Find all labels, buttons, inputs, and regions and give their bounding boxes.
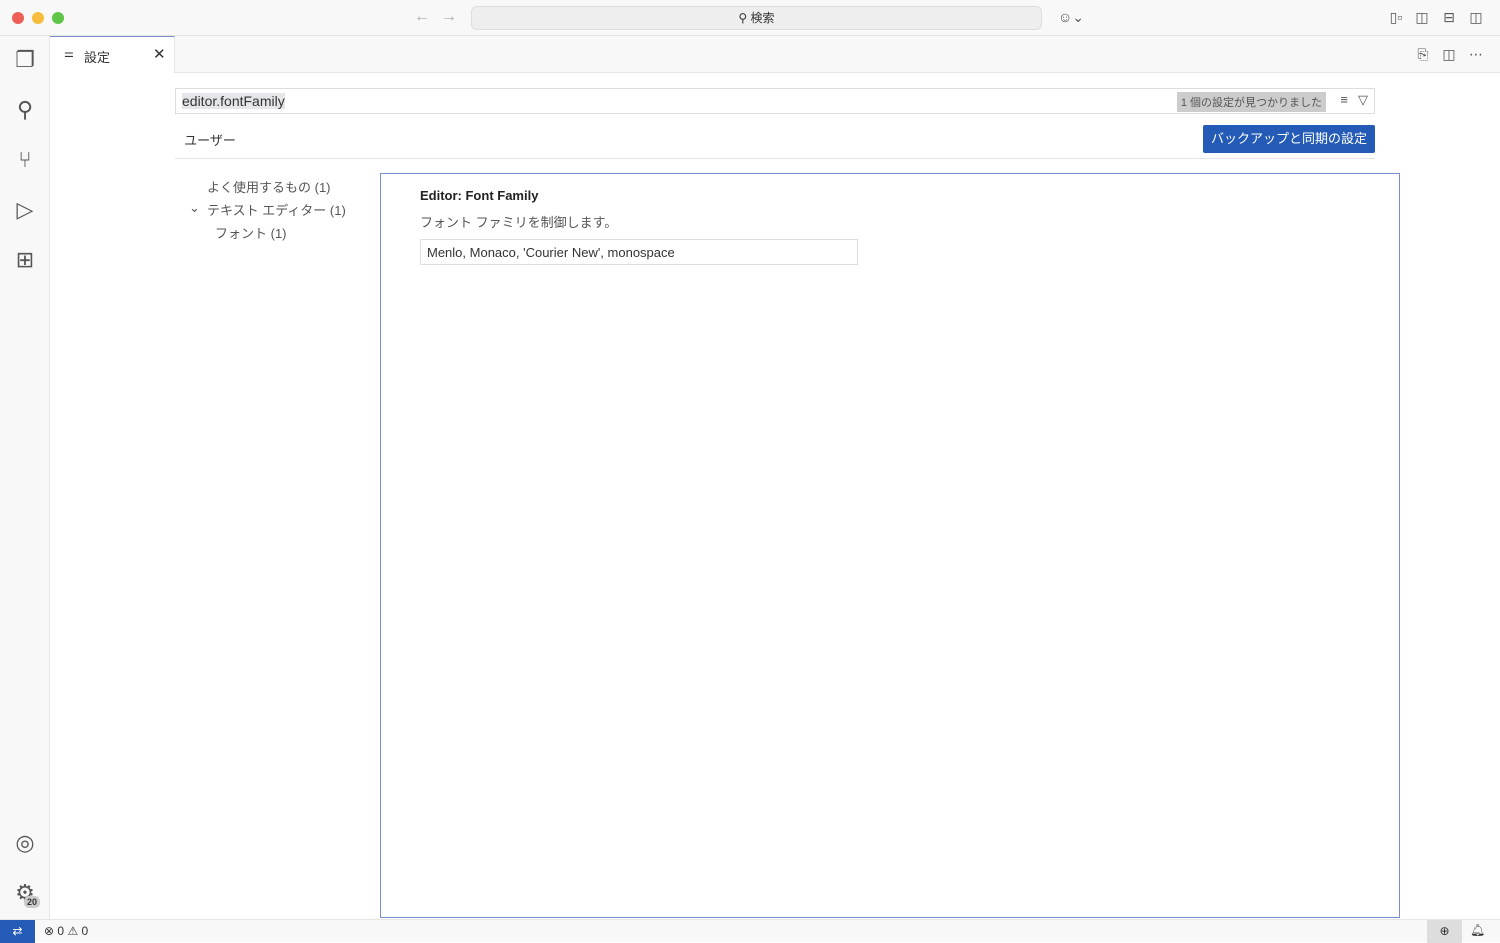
font-family-input[interactable]: Menlo, Monaco, 'Courier New', monospace [420, 239, 858, 265]
toggle-panel-icon[interactable]: ⊟ [1441, 9, 1457, 25]
more-actions-icon[interactable]: ⋯ [1468, 46, 1484, 62]
settings-panel: Editor: Font Family フォント ファミリを制御します。 Men… [380, 173, 1400, 918]
back-arrow-icon[interactable]: ← [414, 8, 430, 26]
split-editor-icon[interactable]: ◫ [1441, 46, 1457, 62]
warning-icon: ⚠ [67, 924, 79, 938]
error-icon: ⊗ [44, 924, 55, 938]
filter-icon[interactable]: ▽ [1358, 92, 1368, 108]
tab-settings[interactable]: ⚌ 設定 ✕ [50, 36, 175, 73]
close-icon[interactable]: ✕ [153, 45, 166, 63]
notifications-bell-icon[interactable]: 🔔︎ [1470, 923, 1485, 937]
customize-layout-icon[interactable]: ▯▫ [1388, 9, 1404, 25]
activity-bar: ❐ ⚲ ⑂ ▷ ⊞ ◎ ⚙ 20 [0, 36, 50, 919]
copilot-icon[interactable]: ☺⌄ [1056, 9, 1086, 25]
search-icon: ⚲ [738, 11, 751, 25]
editor-tabs: ⚌ 設定 ✕ ⎘ ◫ ⋯ [50, 36, 1500, 73]
open-settings-json-icon[interactable]: ⎘ [1415, 46, 1431, 62]
maximize-window-button[interactable] [52, 12, 64, 24]
remote-icon[interactable]: ⇄ [0, 920, 35, 943]
problems-indicator[interactable]: ⊗ 0 ⚠ 0 [44, 924, 88, 938]
run-debug-icon[interactable]: ▷ [11, 196, 39, 224]
status-bar: ⇄ ⊗ 0 ⚠ 0 ⊕ 🔔︎ [0, 919, 1500, 943]
setting-title: Editor: Font Family [420, 188, 539, 203]
command-center-search[interactable]: ⚲ 検索 [471, 6, 1042, 30]
account-icon[interactable]: ◎ [11, 829, 39, 857]
toggle-secondary-sidebar-icon[interactable]: ◫ [1468, 9, 1484, 25]
setting-description: フォント ファミリを制御します。 [420, 215, 618, 230]
backup-sync-button[interactable]: バックアップと同期の設定 [1203, 125, 1375, 153]
divider [175, 158, 1375, 159]
chevron-down-icon[interactable]: ⌄ [189, 200, 200, 216]
close-window-button[interactable] [12, 12, 24, 24]
toc-item-text-editor[interactable]: テキスト エディター (1) [207, 200, 346, 219]
settings-search-input[interactable]: editor.fontFamily 1 個の設定が見つかりました ≡ ▽ [175, 88, 1375, 114]
zoom-icon[interactable]: ⊕ [1427, 920, 1462, 943]
explorer-icon[interactable]: ❐ [11, 46, 39, 74]
source-control-icon[interactable]: ⑂ [11, 146, 39, 174]
toggle-primary-sidebar-icon[interactable]: ◫ [1414, 9, 1430, 25]
result-count-badge: 1 個の設定が見つかりました [1176, 92, 1326, 112]
extensions-icon[interactable]: ⊞ [11, 246, 39, 274]
toc-item-font[interactable]: フォント (1) [215, 223, 287, 242]
toc-item-commonly-used[interactable]: よく使用するもの (1) [207, 177, 331, 196]
title-bar: ← → ⚲ 検索 ☺⌄ ▯▫ ◫ ⊟ ◫ [0, 0, 1500, 36]
settings-sliders-icon: ⚌ [64, 48, 74, 60]
search-icon[interactable]: ⚲ [11, 96, 39, 124]
tab-user-scope[interactable]: ユーザー [175, 130, 245, 159]
settings-badge: 20 [24, 896, 41, 908]
clear-filter-icon[interactable]: ≡ [1340, 92, 1348, 107]
minimize-window-button[interactable] [32, 12, 44, 24]
forward-arrow-icon[interactable]: → [441, 8, 457, 26]
